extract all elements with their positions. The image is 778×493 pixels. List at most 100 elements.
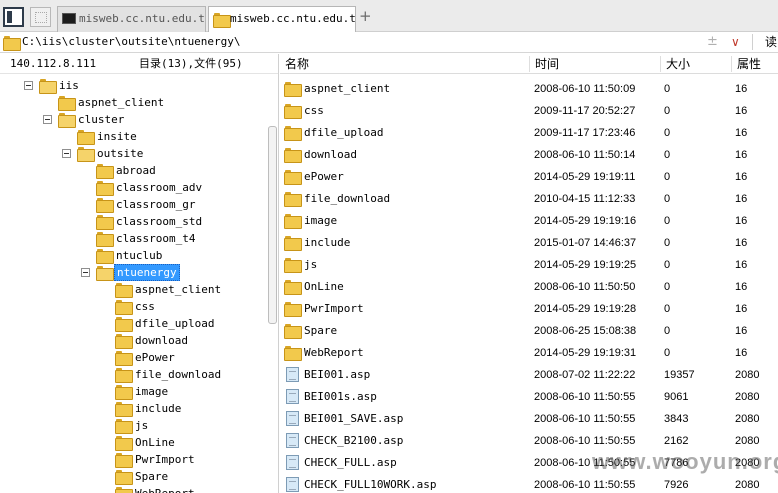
file-name: dfile_upload	[304, 126, 384, 139]
chevron-down-icon[interactable]: ∨	[731, 32, 740, 52]
tree-item[interactable]: ePower	[0, 349, 268, 366]
tree-item-label: include	[135, 402, 182, 415]
folder-icon	[39, 79, 57, 94]
tree-item[interactable]: OnLine	[0, 434, 268, 451]
window-button[interactable]	[30, 7, 51, 27]
file-row[interactable]: aspnet_client 2008-06-10 11:50:09 0 16	[280, 78, 778, 100]
tree-item-label: cluster	[78, 113, 125, 126]
tab-file-manager[interactable]: misweb.cc.ntu.edu.tw	[208, 6, 356, 33]
tree-item[interactable]: dfile_upload	[0, 315, 268, 332]
collapse-icon[interactable]	[62, 149, 71, 158]
file-time: 2008-06-10 11:50:14	[534, 149, 636, 161]
file-row[interactable]: ePower 2014-05-29 19:19:11 0 16	[280, 166, 778, 188]
tree-item[interactable]: include	[0, 400, 268, 417]
tree-item[interactable]: cluster	[0, 111, 268, 128]
tree-item[interactable]: insite	[0, 128, 268, 145]
tree-item[interactable]: Spare	[0, 468, 268, 485]
divider	[752, 34, 753, 50]
tree-item[interactable]: ntuenergy	[0, 264, 268, 281]
column-size[interactable]: 大小	[661, 54, 690, 74]
collapse-icon[interactable]	[24, 81, 33, 90]
folder-icon	[115, 436, 133, 451]
file-time: 2015-01-07 14:46:37	[534, 237, 637, 249]
panel-toggle-button[interactable]	[3, 7, 24, 27]
tree-item[interactable]: css	[0, 298, 268, 315]
read-button[interactable]: 读	[765, 32, 777, 52]
file-time: 2009-11-17 17:23:46	[534, 127, 636, 139]
tree-item[interactable]: file_download	[0, 366, 268, 383]
file-row[interactable]: image 2014-05-29 19:19:16 0 16	[280, 210, 778, 232]
folder-icon	[115, 368, 133, 383]
folder-icon	[96, 266, 114, 281]
folder-icon	[115, 317, 133, 332]
sort-icon[interactable]: ±	[707, 32, 718, 52]
folder-icon	[96, 198, 114, 213]
tree-item[interactable]: aspnet_client	[0, 281, 268, 298]
file-size: 0	[664, 303, 671, 315]
file-time: 2014-05-29 19:19:16	[534, 215, 637, 227]
file-icon	[286, 411, 299, 426]
tree-item[interactable]: PwrImport	[0, 451, 268, 468]
tree-item[interactable]: image	[0, 383, 268, 400]
tree-item[interactable]: download	[0, 332, 268, 349]
tree-item[interactable]: WebReport	[0, 485, 268, 493]
file-row[interactable]: dfile_upload 2009-11-17 17:23:46 0 16	[280, 122, 778, 144]
file-row[interactable]: css 2009-11-17 20:52:27 0 16	[280, 100, 778, 122]
file-row[interactable]: BEI001s.asp 2008-06-10 11:50:55 9061 2080	[280, 386, 778, 408]
file-row[interactable]: js 2014-05-29 19:19:25 0 16	[280, 254, 778, 276]
tree-item[interactable]: abroad	[0, 162, 268, 179]
file-row[interactable]: include 2015-01-07 14:46:37 0 16	[280, 232, 778, 254]
item-count: 目录(13),文件(95)	[139, 57, 243, 70]
tree-scrollbar[interactable]	[268, 126, 277, 324]
tree-item-label: classroom_adv	[116, 181, 203, 194]
file-attr: 16	[735, 347, 748, 359]
collapse-icon[interactable]	[43, 115, 52, 124]
file-row[interactable]: file_download 2010-04-15 11:12:33 0 16	[280, 188, 778, 210]
collapse-icon[interactable]	[81, 268, 90, 277]
path-input[interactable]: C:\iis\cluster\outsite\ntuenergy\	[22, 32, 241, 52]
column-attr[interactable]: 属性	[732, 54, 761, 74]
file-row[interactable]: CHECK_FULL10WORK.asp 2008-06-10 11:50:55 7…	[280, 474, 778, 493]
file-attr: 16	[735, 281, 748, 293]
file-row[interactable]: download 2008-06-10 11:50:14 0 16	[280, 144, 778, 166]
file-row[interactable]: WebReport 2014-05-29 19:19:31 0 16	[280, 342, 778, 364]
folder-icon	[58, 113, 76, 128]
file-name: css	[304, 104, 324, 117]
folder-icon	[115, 334, 133, 349]
new-tab-button[interactable]: +	[359, 8, 372, 24]
tree-item[interactable]: outsite	[0, 145, 268, 162]
tree-item[interactable]: classroom_adv	[0, 179, 268, 196]
tree-item-label: classroom_gr	[116, 198, 196, 211]
folder-icon	[96, 181, 114, 196]
file-attr: 2080	[735, 391, 760, 403]
watermark-text: www.wooyun.org	[592, 449, 778, 474]
folder-icon	[284, 236, 302, 251]
tab-terminal[interactable]: misweb.cc.ntu.edu.tw	[57, 6, 206, 32]
tree-item[interactable]: classroom_gr	[0, 196, 268, 213]
folder-icon	[3, 36, 21, 51]
file-size: 0	[664, 193, 671, 205]
file-attr: 2080	[735, 369, 760, 381]
file-size: 0	[664, 215, 671, 227]
folder-icon	[284, 258, 302, 273]
file-name: BEI001s.asp	[304, 390, 377, 403]
file-row[interactable]: OnLine 2008-06-10 11:50:50 0 16	[280, 276, 778, 298]
file-row[interactable]: PwrImport 2014-05-29 19:19:28 0 16	[280, 298, 778, 320]
tree-item[interactable]: classroom_t4	[0, 230, 268, 247]
folder-icon	[115, 351, 133, 366]
tree-item[interactable]: iis	[0, 77, 268, 94]
column-name[interactable]: 名称	[280, 54, 309, 74]
column-time[interactable]: 时间	[530, 54, 559, 74]
file-row[interactable]: BEI001_SAVE.asp 2008-06-10 11:50:55 3843 20…	[280, 408, 778, 430]
tree-item[interactable]: ntuclub	[0, 247, 268, 264]
file-name: CHECK_FULL.asp	[304, 456, 397, 469]
file-name: PwrImport	[304, 302, 364, 315]
file-row[interactable]: BEI001.asp 2008-07-02 11:22:22 19357 2080	[280, 364, 778, 386]
tree-item[interactable]: classroom_std	[0, 213, 268, 230]
tree-item[interactable]: js	[0, 417, 268, 434]
file-size: 0	[664, 281, 671, 293]
tree-item[interactable]: aspnet_client	[0, 94, 268, 111]
file-time: 2014-05-29 19:19:11	[534, 171, 636, 183]
file-row[interactable]: Spare 2008-06-25 15:08:38 0 16	[280, 320, 778, 342]
folder-icon	[58, 96, 76, 111]
